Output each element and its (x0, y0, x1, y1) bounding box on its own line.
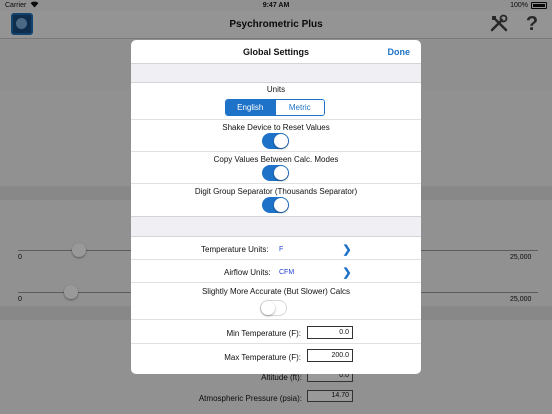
airflow-units-value: CFM (279, 269, 295, 276)
shake-reset-label: Shake Device to Reset Values (222, 123, 330, 132)
shake-reset-toggle[interactable] (262, 133, 289, 149)
digit-separator-toggle[interactable] (262, 197, 289, 213)
section-spacer (131, 216, 421, 237)
airflow-units-row[interactable]: Airflow Units: CFM ❯ (131, 260, 421, 283)
accurate-calcs-row: Slightly More Accurate (But Slower) Calc… (131, 283, 421, 320)
toggle-knob (274, 198, 288, 212)
chevron-right-icon[interactable]: ❯ (342, 267, 352, 279)
copy-values-row: Copy Values Between Calc. Modes (131, 152, 421, 184)
modal-header: Global Settings Done (131, 40, 421, 64)
shake-reset-row: Shake Device to Reset Values (131, 120, 421, 152)
max-temperature-label: Max Temperature (F): (224, 353, 301, 362)
max-temperature-input[interactable] (307, 349, 353, 362)
done-button[interactable]: Done (388, 47, 411, 57)
chevron-right-icon[interactable]: ❯ (342, 244, 352, 256)
copy-values-toggle[interactable] (262, 165, 289, 181)
accurate-calcs-toggle[interactable] (260, 300, 287, 316)
min-temperature-label: Min Temperature (F): (226, 329, 301, 338)
copy-values-label: Copy Values Between Calc. Modes (213, 155, 339, 164)
modal-title: Global Settings (242, 47, 309, 57)
units-label: Units (266, 85, 286, 94)
max-temperature-row: Max Temperature (F): (131, 344, 421, 368)
temperature-units-label: Temperature Units: (201, 245, 269, 254)
global-settings-modal: Global Settings Done Units English Metri… (131, 40, 421, 374)
units-segmented-control[interactable]: English Metric (225, 99, 325, 116)
toggle-knob (274, 134, 288, 148)
temperature-units-value: F (279, 246, 284, 253)
digit-separator-row: Digit Group Separator (Thousands Separat… (131, 184, 421, 216)
toggle-knob (274, 166, 288, 180)
toggle-knob (261, 301, 275, 315)
segment-english[interactable]: English (226, 100, 275, 115)
segment-metric[interactable]: Metric (274, 100, 324, 115)
min-temperature-input[interactable] (307, 326, 353, 339)
min-temperature-row: Min Temperature (F): (131, 320, 421, 344)
temperature-units-row[interactable]: Temperature Units: F ❯ (131, 237, 421, 260)
section-spacer (131, 64, 421, 83)
digit-separator-label: Digit Group Separator (Thousands Separat… (194, 187, 358, 196)
accurate-calcs-label: Slightly More Accurate (But Slower) Calc… (201, 287, 351, 296)
airflow-units-label: Airflow Units: (224, 268, 271, 277)
